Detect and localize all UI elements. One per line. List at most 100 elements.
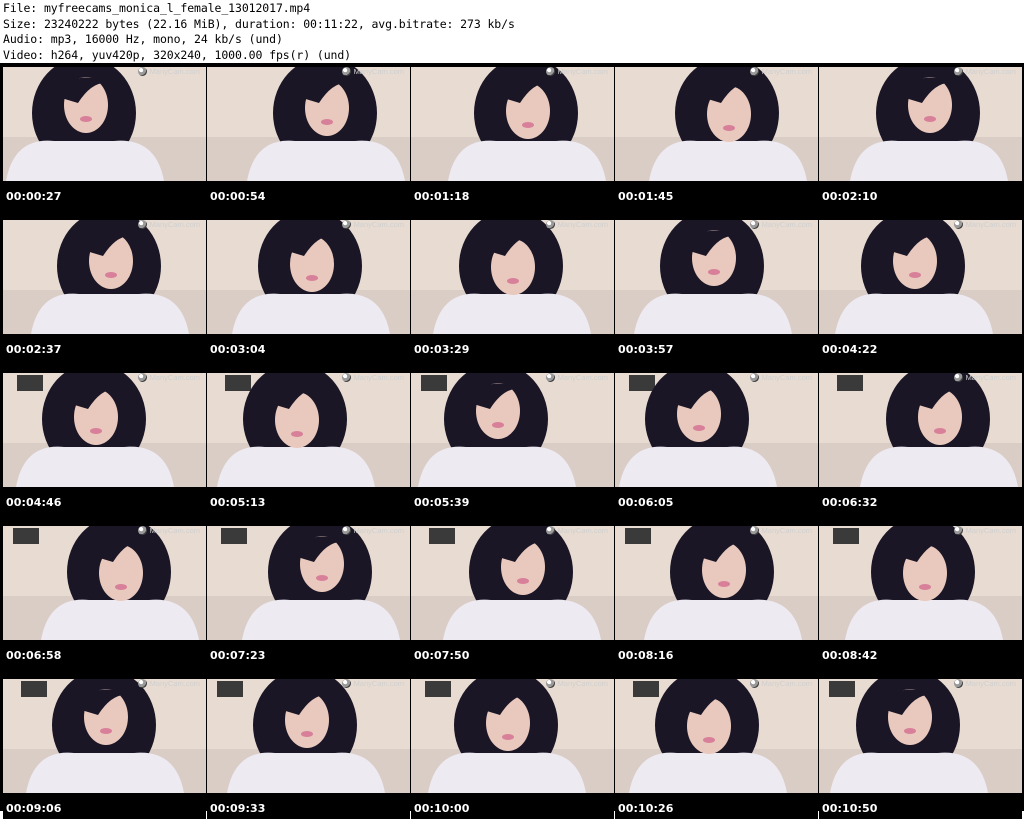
- video-frame: [819, 526, 1022, 640]
- timestamp-label: 00:10:50: [822, 802, 878, 815]
- watermark-text: ManyCam.com: [149, 220, 200, 229]
- frame-image: [3, 373, 206, 487]
- timestamp-label: 00:07:50: [414, 649, 470, 662]
- video-frame: [207, 679, 410, 793]
- frame-image: [411, 373, 614, 487]
- caption-bar: 00:01:45: [615, 181, 818, 207]
- thumbnail-tile: ManyCam.com 00:00:54: [207, 63, 410, 207]
- watermark-text: ManyCam.com: [761, 526, 812, 535]
- timestamp-label: 00:03:57: [618, 343, 674, 356]
- timestamp-label: 00:01:45: [618, 190, 674, 203]
- thumbnail-tile: ManyCam.com 00:10:50: [819, 675, 1022, 819]
- frame-image: [207, 679, 410, 793]
- caption-bar: 00:02:10: [819, 181, 1022, 207]
- webcam-logo-icon: [341, 526, 351, 535]
- webcam-logo-icon: [137, 220, 147, 229]
- watermark-text: ManyCam.com: [557, 67, 608, 76]
- video-frame: [3, 67, 206, 181]
- watermark: ManyCam.com: [953, 679, 1016, 688]
- watermark: ManyCam.com: [545, 67, 608, 76]
- timestamp-label: 00:02:37: [6, 343, 62, 356]
- video-frame: [819, 220, 1022, 334]
- caption-bar: 00:05:13: [207, 487, 410, 513]
- frame-image: [615, 67, 818, 181]
- thumbnail-tile: ManyCam.com 00:02:10: [819, 63, 1022, 207]
- watermark-text: ManyCam.com: [761, 679, 812, 688]
- webcam-logo-icon: [545, 679, 555, 688]
- caption-bar: 00:08:42: [819, 640, 1022, 666]
- frame-image: [615, 220, 818, 334]
- thumbnail-tile: ManyCam.com 00:04:22: [819, 216, 1022, 360]
- frame-image: [3, 679, 206, 793]
- thumbnail-tile: ManyCam.com 00:09:33: [207, 675, 410, 819]
- caption-bar: 00:09:33: [207, 793, 410, 819]
- frame-image: [411, 67, 614, 181]
- caption-bar: 00:06:32: [819, 487, 1022, 513]
- caption-bar: 00:05:39: [411, 487, 614, 513]
- frame-image: [3, 526, 206, 640]
- watermark: ManyCam.com: [137, 373, 200, 382]
- watermark: ManyCam.com: [953, 220, 1016, 229]
- watermark-text: ManyCam.com: [761, 220, 812, 229]
- webcam-logo-icon: [749, 67, 759, 76]
- thumbnail-tile: ManyCam.com 00:10:26: [615, 675, 818, 819]
- caption-bar: 00:03:04: [207, 334, 410, 360]
- thumbnail-tile: ManyCam.com 00:06:05: [615, 369, 818, 513]
- video-frame: [3, 679, 206, 793]
- watermark-text: ManyCam.com: [353, 679, 404, 688]
- caption-bar: 00:10:00: [411, 793, 614, 819]
- frame-image: [207, 526, 410, 640]
- timestamp-label: 00:07:23: [210, 649, 266, 662]
- watermark-text: ManyCam.com: [353, 526, 404, 535]
- timestamp-label: 00:04:22: [822, 343, 878, 356]
- webcam-logo-icon: [953, 679, 963, 688]
- timestamp-label: 00:06:32: [822, 496, 878, 509]
- video-frame: [819, 373, 1022, 487]
- video-frame: [3, 526, 206, 640]
- webcam-logo-icon: [749, 526, 759, 535]
- video-frame: [615, 679, 818, 793]
- watermark-text: ManyCam.com: [353, 373, 404, 382]
- frame-image: [615, 679, 818, 793]
- frame-image: [3, 67, 206, 181]
- watermark: ManyCam.com: [341, 67, 404, 76]
- thumbnail-tile: ManyCam.com 00:08:16: [615, 522, 818, 666]
- video-frame: [207, 373, 410, 487]
- video-frame: [615, 373, 818, 487]
- timestamp-label: 00:09:06: [6, 802, 62, 815]
- file-name-line: File: myfreecams_monica_l_female_1301201…: [3, 1, 311, 15]
- watermark: ManyCam.com: [545, 220, 608, 229]
- timestamp-label: 00:03:29: [414, 343, 470, 356]
- watermark: ManyCam.com: [953, 67, 1016, 76]
- caption-bar: 00:10:50: [819, 793, 1022, 819]
- caption-bar: 00:07:50: [411, 640, 614, 666]
- watermark: ManyCam.com: [749, 373, 812, 382]
- webcam-logo-icon: [545, 67, 555, 76]
- timestamp-label: 00:00:54: [210, 190, 266, 203]
- frame-image: [207, 373, 410, 487]
- frame-image: [3, 220, 206, 334]
- thumbnail-tile: ManyCam.com 00:01:45: [615, 63, 818, 207]
- watermark-text: ManyCam.com: [965, 67, 1016, 76]
- video-frame: [615, 220, 818, 334]
- webcam-logo-icon: [341, 220, 351, 229]
- video-frame: [819, 67, 1022, 181]
- thumbnail-tile: ManyCam.com 00:00:27: [3, 63, 206, 207]
- webcam-logo-icon: [953, 373, 963, 382]
- thumbnail-tile: ManyCam.com 00:09:06: [3, 675, 206, 819]
- timestamp-label: 00:03:04: [210, 343, 266, 356]
- timestamp-label: 00:04:46: [6, 496, 62, 509]
- watermark-text: ManyCam.com: [557, 679, 608, 688]
- caption-bar: 00:09:06: [3, 793, 206, 819]
- thumbnail-tile: ManyCam.com 00:03:04: [207, 216, 410, 360]
- frame-image: [615, 373, 818, 487]
- watermark-text: ManyCam.com: [761, 67, 812, 76]
- caption-bar: 00:03:57: [615, 334, 818, 360]
- timestamp-label: 00:09:33: [210, 802, 266, 815]
- watermark: ManyCam.com: [545, 526, 608, 535]
- watermark-text: ManyCam.com: [965, 373, 1016, 382]
- watermark-text: ManyCam.com: [353, 220, 404, 229]
- watermark: ManyCam.com: [749, 220, 812, 229]
- timestamp-label: 00:10:26: [618, 802, 674, 815]
- caption-bar: 00:06:58: [3, 640, 206, 666]
